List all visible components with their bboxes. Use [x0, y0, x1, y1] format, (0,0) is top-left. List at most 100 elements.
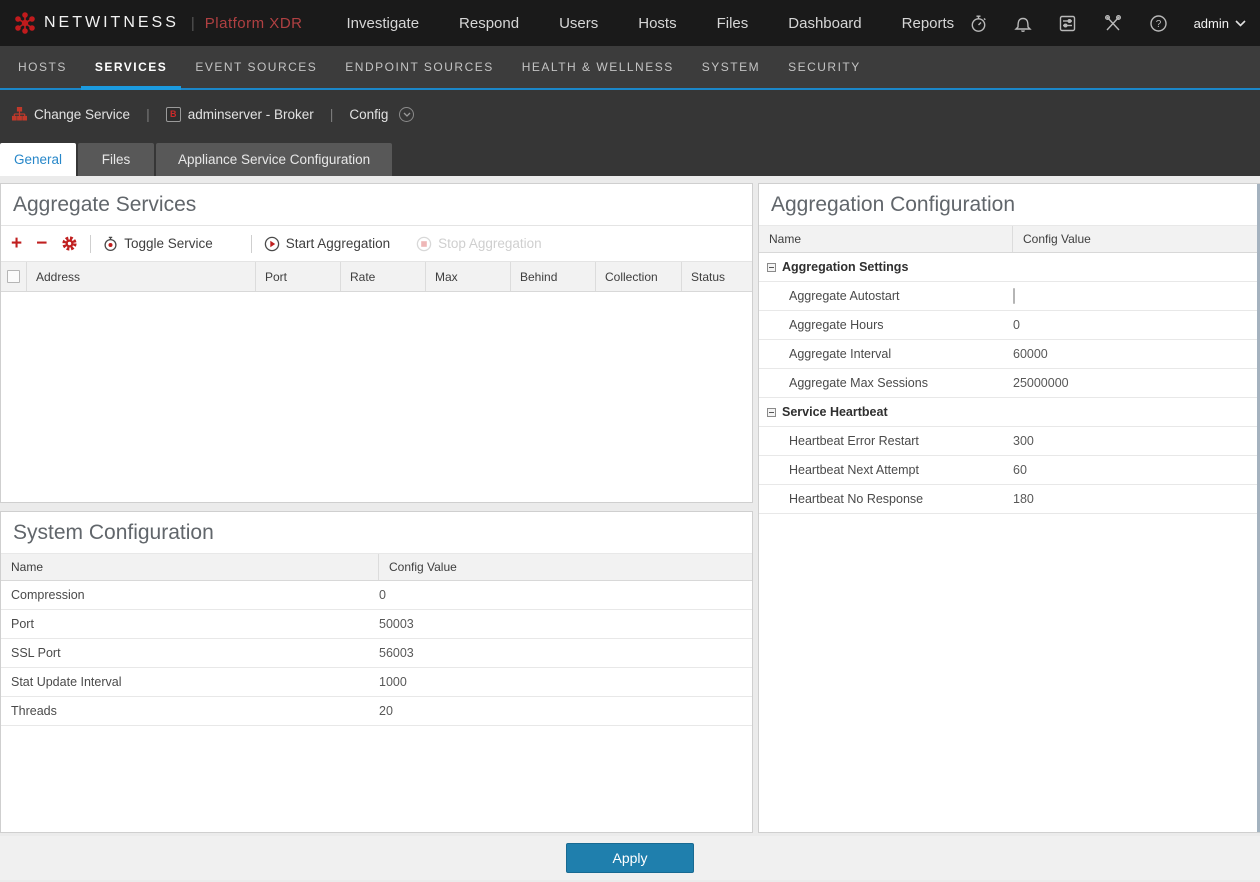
subnav-security[interactable]: SECURITY — [774, 46, 875, 88]
collapse-icon[interactable] — [767, 408, 776, 417]
nav-hosts[interactable]: Hosts — [638, 15, 676, 32]
row-name: Compression — [1, 588, 379, 602]
row-value[interactable]: 1000 — [379, 675, 407, 689]
nav-users[interactable]: Users — [559, 15, 598, 32]
group-service-heartbeat[interactable]: Service Heartbeat — [759, 398, 1259, 427]
view-selector[interactable]: Config — [349, 107, 414, 122]
row-name: Stat Update Interval — [1, 675, 379, 689]
nav-files[interactable]: Files — [717, 15, 749, 32]
column-max[interactable]: Max — [426, 262, 511, 291]
change-service-label: Change Service — [34, 107, 130, 122]
apply-button[interactable]: Apply — [566, 843, 694, 873]
breadcrumb: Change Service | B adminserver - Broker … — [0, 90, 1260, 138]
subnav-hosts[interactable]: HOSTS — [4, 46, 81, 88]
row-name: Heartbeat No Response — [759, 492, 1013, 506]
tab-appliance-service-configuration[interactable]: Appliance Service Configuration — [156, 143, 392, 176]
config-tabs: General Files Appliance Service Configur… — [0, 138, 1260, 176]
nav-investigate[interactable]: Investigate — [346, 15, 419, 32]
config-row-aggregate-autostart[interactable]: Aggregate Autostart — [759, 282, 1259, 311]
column-status[interactable]: Status — [682, 262, 752, 291]
row-value[interactable]: 25000000 — [1013, 376, 1069, 390]
start-aggregation-label: Start Aggregation — [286, 236, 390, 251]
aggregate-services-empty-body — [1, 292, 752, 502]
row-value[interactable]: 60 — [1013, 463, 1027, 477]
admin-section-nav: HOSTS SERVICES EVENT SOURCES ENDPOINT SO… — [0, 46, 1260, 90]
column-config-value[interactable]: Config Value — [1013, 226, 1091, 252]
remove-service-button[interactable]: − — [36, 234, 47, 253]
tab-files[interactable]: Files — [78, 143, 154, 176]
jobs-preferences-icon[interactable] — [1058, 14, 1077, 33]
nav-reports[interactable]: Reports — [902, 15, 955, 32]
config-row-threads[interactable]: Threads 20 — [1, 697, 752, 726]
nav-dashboard[interactable]: Dashboard — [788, 15, 861, 32]
footer-bar: Apply — [0, 836, 1260, 880]
admin-tools-icon[interactable] — [1103, 14, 1123, 33]
row-value[interactable]: 50003 — [379, 617, 414, 631]
subnav-event-sources[interactable]: EVENT SOURCES — [181, 46, 331, 88]
column-behind[interactable]: Behind — [511, 262, 596, 291]
subnav-endpoint-sources[interactable]: ENDPOINT SOURCES — [331, 46, 507, 88]
column-name[interactable]: Name — [1, 554, 379, 580]
subnav-health-wellness[interactable]: HEALTH & WELLNESS — [508, 46, 688, 88]
timer-icon[interactable] — [969, 14, 988, 33]
collapse-icon[interactable] — [767, 263, 776, 272]
row-value[interactable]: 56003 — [379, 646, 414, 660]
config-row-heartbeat-error-restart[interactable]: Heartbeat Error Restart 300 — [759, 427, 1259, 456]
row-name: Aggregate Interval — [759, 347, 1013, 361]
column-name[interactable]: Name — [759, 226, 1013, 252]
help-icon[interactable]: ? — [1149, 14, 1168, 33]
row-value[interactable]: 60000 — [1013, 347, 1048, 361]
top-app-bar: NETWITNESS | Platform XDR Investigate Re… — [0, 0, 1260, 46]
stop-aggregation-button: Stop Aggregation — [416, 236, 542, 252]
toggle-service-label: Toggle Service — [124, 236, 213, 251]
config-row-heartbeat-no-response[interactable]: Heartbeat No Response 180 — [759, 485, 1259, 514]
nav-respond[interactable]: Respond — [459, 15, 519, 32]
row-value[interactable]: 300 — [1013, 434, 1034, 448]
config-row-compression[interactable]: Compression 0 — [1, 581, 752, 610]
row-name: Aggregate Autostart — [759, 289, 1013, 303]
row-name: Heartbeat Error Restart — [759, 434, 1013, 448]
column-rate[interactable]: Rate — [341, 262, 426, 291]
row-value[interactable]: 0 — [379, 588, 386, 602]
brand-separator: | — [191, 15, 195, 32]
subnav-services[interactable]: SERVICES — [81, 46, 181, 88]
config-row-aggregate-hours[interactable]: Aggregate Hours 0 — [759, 311, 1259, 340]
config-row-stat-update-interval[interactable]: Stat Update Interval 1000 — [1, 668, 752, 697]
column-port[interactable]: Port — [256, 262, 341, 291]
add-service-button[interactable]: + — [11, 234, 22, 253]
config-row-heartbeat-next-attempt[interactable]: Heartbeat Next Attempt 60 — [759, 456, 1259, 485]
service-selector[interactable]: B adminserver - Broker — [166, 107, 314, 122]
view-dropdown-icon[interactable] — [399, 107, 414, 122]
aggregate-autostart-checkbox[interactable] — [1013, 288, 1015, 304]
top-navigation: Investigate Respond Users Hosts Files Da… — [346, 15, 954, 32]
group-aggregation-settings[interactable]: Aggregation Settings — [759, 253, 1259, 282]
brand-name: NETWITNESS — [44, 14, 179, 32]
row-value[interactable]: 180 — [1013, 492, 1034, 506]
toggle-service-button[interactable]: Toggle Service — [103, 236, 213, 252]
group-label: Service Heartbeat — [782, 405, 888, 419]
chevron-down-icon — [1235, 20, 1246, 27]
edit-service-gear-icon[interactable] — [61, 235, 78, 252]
row-name: Aggregate Max Sessions — [759, 376, 1013, 390]
config-row-ssl-port[interactable]: SSL Port 56003 — [1, 639, 752, 668]
start-aggregation-button[interactable]: Start Aggregation — [264, 236, 390, 252]
config-row-aggregate-interval[interactable]: Aggregate Interval 60000 — [759, 340, 1259, 369]
column-collection[interactable]: Collection — [596, 262, 682, 291]
netwitness-logo[interactable]: NETWITNESS | Platform XDR — [14, 12, 302, 34]
row-name: SSL Port — [1, 646, 379, 660]
row-value[interactable]: 0 — [1013, 318, 1020, 332]
subnav-system[interactable]: SYSTEM — [688, 46, 774, 88]
column-address[interactable]: Address — [27, 262, 256, 291]
change-service-button[interactable]: Change Service — [12, 107, 130, 122]
stop-aggregation-label: Stop Aggregation — [438, 236, 542, 251]
config-row-port[interactable]: Port 50003 — [1, 610, 752, 639]
notifications-bell-icon[interactable] — [1014, 14, 1032, 33]
tab-general[interactable]: General — [0, 143, 76, 176]
column-config-value[interactable]: Config Value — [379, 554, 457, 580]
aggregate-services-toolbar: + − Toggle Service — [1, 226, 752, 262]
user-menu[interactable]: admin — [1194, 16, 1246, 31]
select-all-checkbox[interactable] — [7, 270, 20, 283]
config-row-aggregate-max-sessions[interactable]: Aggregate Max Sessions 25000000 — [759, 369, 1259, 398]
stopwatch-icon — [103, 236, 118, 252]
row-value[interactable]: 20 — [379, 704, 393, 718]
